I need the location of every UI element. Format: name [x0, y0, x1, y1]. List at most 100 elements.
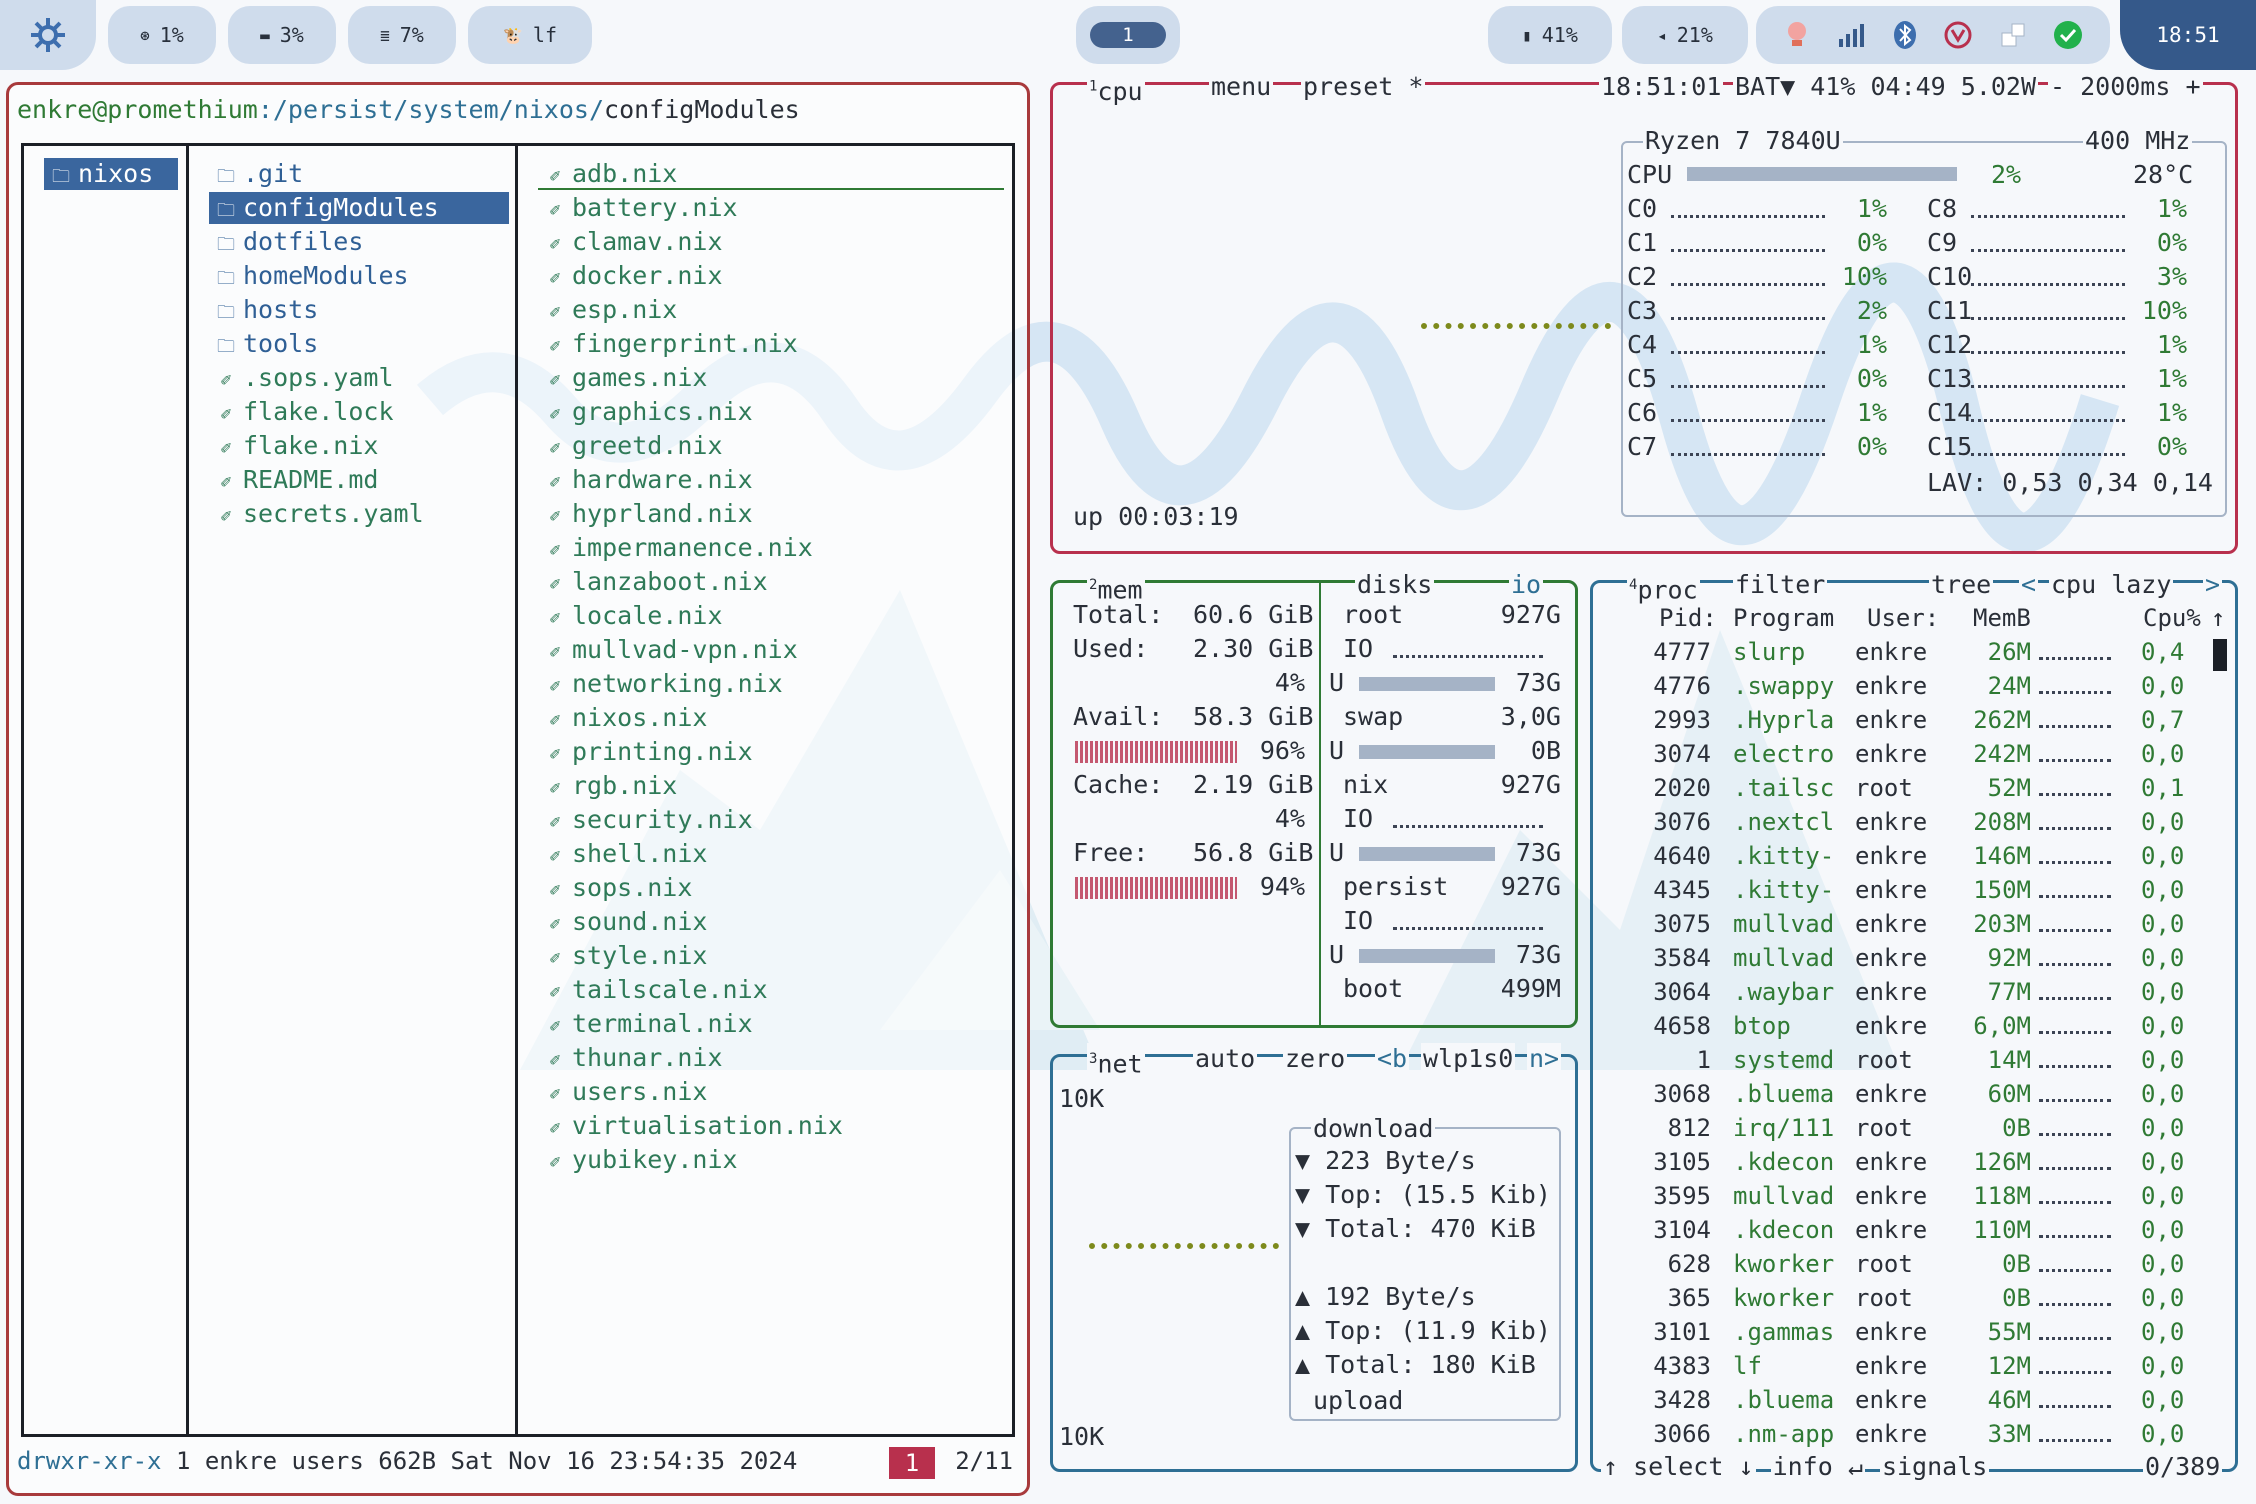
list-item[interactable]: ✐ README.md — [209, 464, 509, 496]
table-row[interactable]: 3595 mullvad enkre 118M 0,0 — [1593, 1179, 2233, 1213]
core-label: C7 — [1627, 432, 1658, 461]
iface-next-button[interactable]: n> — [1527, 1043, 1562, 1075]
file-icon: ✐ — [220, 438, 232, 459]
table-row[interactable]: 4640 .kitty-enkre 146M 0,0 — [1593, 839, 2233, 873]
disks-title: disks — [1355, 569, 1435, 601]
proc-cpu-graph — [2039, 759, 2111, 762]
list-item[interactable]: 🗀 tools — [209, 328, 509, 360]
window-icon[interactable] — [1999, 21, 2027, 49]
proc-mem: 0B — [2002, 1284, 2031, 1312]
filter-button[interactable]: filter — [1733, 569, 1828, 601]
battery-widget[interactable]: ▮ 41% — [1488, 6, 1612, 64]
table-row[interactable]: 4383 lf enkre 12M 0,0 — [1593, 1349, 2233, 1383]
list-item[interactable]: 🗀 .git — [209, 158, 509, 190]
table-row[interactable]: 3101 .gammas enkre 55M 0,0 — [1593, 1315, 2233, 1349]
table-row[interactable]: 1 systemd root 14M 0,0 — [1593, 1043, 2233, 1077]
active-window-widget[interactable]: 🐮 lf — [468, 6, 592, 64]
vpn-icon[interactable] — [1943, 20, 1973, 50]
file-icon: ✐ — [549, 642, 561, 663]
network-signal-icon[interactable] — [1837, 21, 1867, 49]
core-percent: 1% — [2156, 398, 2187, 427]
workspace-indicator[interactable]: 1 — [1076, 6, 1180, 64]
disk-usage-widget[interactable]: ≣ 7% — [348, 6, 456, 64]
preview-item: ✐ sound.nix — [538, 906, 708, 938]
table-row[interactable]: 3076 .nextcl enkre 208M 0,0 — [1593, 805, 2233, 839]
table-row[interactable]: 2993 .Hyprla enkre 262M 0,7 — [1593, 703, 2233, 737]
table-row[interactable]: 4345 .kitty-enkre 150M 0,0 — [1593, 873, 2233, 907]
proc-cpu-graph — [2039, 1167, 2111, 1170]
header-pid[interactable]: Pid: — [1659, 601, 1717, 635]
sort-prev-button[interactable]: < — [2019, 569, 2039, 601]
cpu-usage-widget[interactable]: ⊛ 1% — [108, 6, 216, 64]
table-row[interactable]: 812 irq/111 root 0B 0,0 — [1593, 1111, 2233, 1145]
proc-program: .kitty- — [1733, 876, 1835, 904]
header-user[interactable]: User: — [1867, 601, 1939, 635]
list-item[interactable]: 🗀 nixos — [44, 158, 178, 190]
list-item[interactable]: ✐ secrets.yaml — [209, 498, 509, 530]
net-auto-toggle[interactable]: auto — [1193, 1043, 1258, 1075]
proc-scrollbar-thumb[interactable] — [2213, 639, 2227, 671]
table-row[interactable]: 3075 mullvad enkre 203M 0,0 — [1593, 907, 2233, 941]
list-item[interactable]: 🗀 hosts — [209, 294, 509, 326]
core-graph — [1671, 215, 1825, 218]
table-row[interactable]: 3064 .waybar enkre 77M 0,0 — [1593, 975, 2233, 1009]
proc-program: mullvad — [1733, 944, 1835, 972]
table-row[interactable]: 3066 .nm-app enkre 33M 0,0 — [1593, 1417, 2233, 1451]
table-row[interactable]: 2020 .tailsc root 52M 0,1 — [1593, 771, 2233, 805]
sort-next-button[interactable]: > — [2203, 569, 2223, 601]
core-percent: 10% — [1841, 262, 1887, 291]
iface-prev-button[interactable]: <b — [1375, 1043, 1410, 1075]
table-row[interactable]: 3074 electro enkre 242M 0,0 — [1593, 737, 2233, 771]
menu-button[interactable]: menu — [1209, 71, 1274, 103]
table-row[interactable]: 4777 slurp enkre 26M 0,4 — [1593, 635, 2233, 669]
volume-widget[interactable]: ◂ 21% — [1622, 6, 1748, 64]
core-percent: 0% — [1856, 364, 1887, 393]
workspace-1-button[interactable]: 1 — [1090, 22, 1166, 48]
clock[interactable]: 18:51 — [2120, 0, 2256, 70]
net-zero-toggle[interactable]: zero — [1283, 1043, 1348, 1075]
disk-size: 927G — [1500, 600, 1561, 629]
table-row[interactable]: 3428 .bluema enkre 46M 0,0 — [1593, 1383, 2233, 1417]
list-item[interactable]: ✐ flake.nix — [209, 430, 509, 462]
list-item[interactable]: 🗀 dotfiles — [209, 226, 509, 258]
table-row[interactable]: 3068 .bluema enkre 60M 0,0 — [1593, 1077, 2233, 1111]
proc-pid: 2993 — [1653, 706, 1711, 734]
tree-toggle[interactable]: tree — [1929, 569, 1994, 601]
table-row[interactable]: 365 kworker root 0B 0,0 — [1593, 1281, 2233, 1315]
nixos-logo-icon[interactable] — [0, 0, 96, 70]
core-graph — [1671, 453, 1825, 456]
update-interval[interactable]: - 2000ms + — [2048, 71, 2203, 103]
table-row[interactable]: 3584 mullvad enkre 92M 0,0 — [1593, 941, 2233, 975]
proc-user: enkre — [1855, 910, 1928, 938]
disk-io-label: IO — [1343, 906, 1374, 935]
preview-item-label: games.nix — [572, 363, 708, 392]
header-cpu[interactable]: Cpu% — [2143, 601, 2201, 635]
list-item[interactable]: 🗀 configModules — [209, 192, 509, 224]
bluetooth-icon[interactable] — [1893, 20, 1917, 50]
table-row[interactable]: 3105 .kdecon enkre 126M 0,0 — [1593, 1145, 2233, 1179]
info-button[interactable]: info ↵ — [1770, 1452, 1865, 1481]
proc-program: .kitty- — [1733, 842, 1835, 870]
list-item[interactable]: ✐ flake.lock — [209, 396, 509, 428]
status-permissions: drwxr-xr-x — [17, 1447, 162, 1475]
list-item[interactable]: 🗀 homeModules — [209, 260, 509, 292]
header-program[interactable]: Program — [1733, 601, 1834, 635]
lightbulb-icon[interactable] — [1783, 20, 1811, 50]
preview-item: ✐ virtualisation.nix — [538, 1110, 843, 1142]
table-row[interactable]: 4658 btop enkre 6,0M 0,0 — [1593, 1009, 2233, 1043]
table-row[interactable]: 4776 .swappy enkre 24M 0,0 — [1593, 669, 2233, 703]
header-memb[interactable]: MemB — [1973, 601, 2031, 635]
signals-button[interactable]: signals — [1879, 1452, 1990, 1481]
preset-button[interactable]: preset * — [1301, 71, 1426, 103]
file-icon: ✐ — [549, 1118, 561, 1139]
disk-name: persist — [1343, 872, 1449, 901]
table-row[interactable]: 628 kworker root 0B 0,0 — [1593, 1247, 2233, 1281]
io-toggle[interactable]: io — [1509, 569, 1544, 601]
check-icon[interactable] — [2053, 20, 2083, 50]
select-button[interactable]: ↑ select ↓ — [1601, 1452, 1756, 1481]
path-selected: configModules — [604, 95, 800, 124]
list-item[interactable]: ✐ .sops.yaml — [209, 362, 509, 394]
table-row[interactable]: 3104 .kdecon enkre 110M 0,0 — [1593, 1213, 2233, 1247]
proc-mem: 60M — [1987, 1080, 2031, 1108]
memory-usage-widget[interactable]: ▬ 3% — [228, 6, 336, 64]
